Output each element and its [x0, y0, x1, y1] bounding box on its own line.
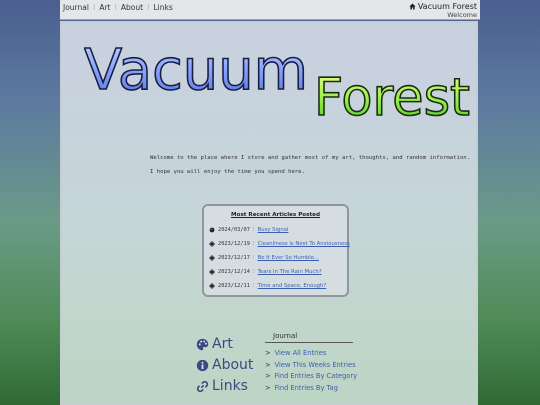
top-nav: Journal ⁝ Art ⁝ About ⁝ Links — [63, 3, 173, 12]
entry-date: 2023/12/11 — [218, 283, 250, 289]
nav-art[interactable]: Art — [99, 3, 110, 12]
entry-separator: ⁝ — [252, 227, 255, 233]
recent-entry: 2023/12/11 ⁝ Time and Space, Enough? — [209, 283, 326, 289]
entry-link[interactable]: Busy Signal — [258, 227, 289, 233]
nav-big-art-label: Art — [212, 336, 233, 352]
journal-link-all[interactable]: > View All Entries — [265, 349, 326, 357]
entry-link[interactable]: Cleanliness Is Next To Anxiousness — [258, 241, 350, 247]
recent-entry: 2023/12/17 ⁝ Be It Ever So Humble... — [209, 255, 319, 261]
recent-articles-box: Most Recent Articles Posted 2024/03/07 ⁝… — [202, 204, 350, 297]
nav-big-about[interactable]: About — [196, 357, 253, 373]
chevron-right-icon: > — [265, 372, 271, 380]
nav-separator: ⁝ — [92, 3, 96, 12]
entry-separator: ⁝ — [252, 269, 255, 275]
nav-about[interactable]: About — [121, 3, 143, 12]
site-brand[interactable]: Vacuum Forest Welcome — [409, 2, 477, 20]
chevron-right-icon: > — [265, 383, 271, 392]
journal-link-label: Find Entries By Category — [274, 372, 358, 380]
journal-menu: Journal > View All Entries > View This Wee… — [265, 332, 357, 392]
entry-separator: ⁝ — [252, 255, 255, 261]
logo-word-vacuum: Vacuum — [84, 38, 308, 103]
nav-separator: ⁝ — [147, 3, 150, 12]
entry-date: 2023/12/19 — [218, 241, 250, 247]
entry-link[interactable]: Time and Space, Enough? — [258, 283, 327, 289]
top-bar: Journal ⁝ Art ⁝ About ⁝ Links Vacuum For… — [60, 0, 480, 20]
chevron-right-icon: > — [265, 349, 271, 357]
nav-big-links[interactable]: Links — [196, 378, 248, 394]
journal-link-week[interactable]: > View This Weeks Entries — [265, 361, 356, 369]
nav-big-links-label: Links — [212, 378, 248, 394]
journal-menu-title: Journal — [265, 332, 353, 343]
home-icon — [409, 3, 416, 10]
journal-link-label: View This Weeks Entries — [274, 360, 356, 369]
entry-date: 2023/12/17 — [218, 255, 250, 261]
site-logo: Vacuum Forest — [84, 37, 471, 121]
welcome-line-2: I hope you will enjoy the time you spend… — [150, 169, 305, 175]
recent-entry: 2024/03/07 ⁝ Busy Signal — [209, 227, 288, 233]
info-icon — [196, 359, 209, 371]
nav-separator: ⁝ — [114, 3, 117, 12]
journal-link-category[interactable]: > Find Entries By Category — [265, 372, 357, 380]
site-title-row: Vacuum Forest — [409, 2, 477, 11]
site-subtitle: Welcome — [447, 11, 477, 19]
main-panel: Vacuum Forest Welcome to the place where… — [60, 21, 478, 405]
recent-entry: 2023/12/19 ⁝ Cleanliness Is Next To Anxi… — [209, 241, 350, 247]
nav-links[interactable]: Links — [153, 3, 172, 12]
entry-link[interactable]: Be It Ever So Humble... — [258, 255, 319, 261]
nav-big-about-label: About — [212, 357, 254, 373]
burst-icon — [209, 241, 215, 247]
entry-date: 2024/03/07 — [218, 227, 250, 233]
link-icon — [196, 380, 209, 392]
entry-separator: ⁝ — [252, 241, 255, 247]
journal-link-label: View All Entries — [274, 349, 327, 357]
journal-link-label: Find Entries By Tag — [274, 383, 338, 392]
burst-icon — [209, 283, 215, 289]
chevron-right-icon: > — [265, 360, 271, 369]
logo-word-forest: Forest — [314, 68, 470, 121]
entry-date: 2023/12/14 — [218, 269, 250, 275]
palette-icon — [196, 338, 209, 350]
burst-icon — [209, 269, 215, 275]
welcome-message: Welcome to the place where I store and g… — [150, 151, 470, 179]
entry-link[interactable]: Tears In The Rain Much? — [258, 269, 322, 275]
journal-link-tag[interactable]: > Find Entries By Tag — [265, 384, 338, 392]
recent-articles-title: Most Recent Articles Posted — [231, 212, 320, 218]
nav-big-art[interactable]: Art — [196, 336, 233, 352]
welcome-line-1: Welcome to the place where I store and g… — [150, 155, 470, 161]
burst-icon — [209, 255, 215, 261]
site-title: Vacuum Forest — [417, 2, 477, 11]
entry-separator: ⁝ — [252, 283, 255, 289]
recent-entry: 2023/12/14 ⁝ Tears In The Rain Much? — [209, 269, 322, 275]
dark-circle-icon — [209, 227, 215, 233]
nav-journal[interactable]: Journal — [63, 3, 89, 12]
